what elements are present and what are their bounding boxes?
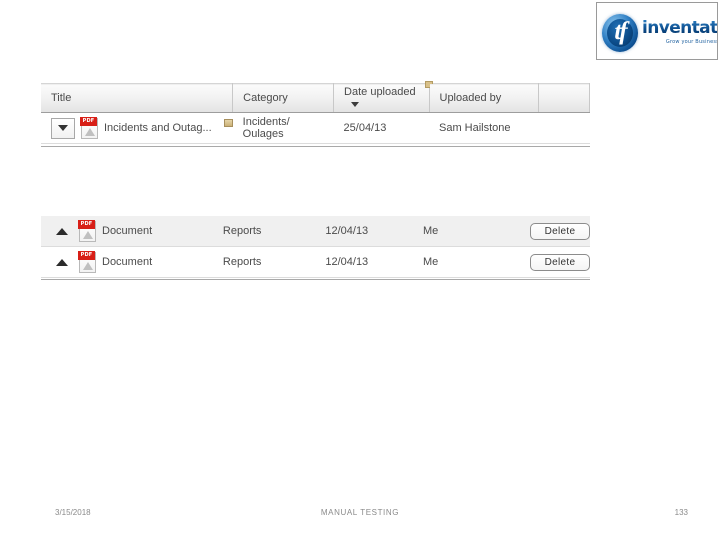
title-cell-content: PDF Document xyxy=(51,219,213,242)
column-header-uploaded-by-label: Uploaded by xyxy=(439,92,502,104)
title-cell-content: PDF Document xyxy=(51,250,213,273)
brand-logo-mark-icon: tf xyxy=(600,10,640,54)
brand-logo-text: inventateq Grow your Business Online xyxy=(640,19,718,45)
pdf-file-icon: PDF xyxy=(78,219,96,242)
cell-actions: Delete xyxy=(519,246,590,278)
cell-uploaded-by: Sam Hailstone xyxy=(429,112,539,144)
chevron-down-icon[interactable] xyxy=(51,117,75,139)
documents-table-primary: Title Category Date uploaded Uploaded by xyxy=(41,81,591,144)
table-header-row: Title Category Date uploaded Uploaded by xyxy=(41,81,591,113)
brand-wordmark: inventateq xyxy=(642,19,717,37)
column-header-uploaded-by[interactable]: Uploaded by xyxy=(429,83,539,113)
chevron-up-icon[interactable] xyxy=(51,222,73,241)
documents-table-primary-body: PDF Incidents and Outag... Incidents/ Ou… xyxy=(41,112,590,144)
cell-category: Incidents/ Oulages xyxy=(232,112,334,144)
column-header-category-label: Category xyxy=(243,92,288,104)
table-row[interactable]: PDF Document Reports 12/04/13 Me Delete xyxy=(41,246,590,278)
chevron-down-glyph xyxy=(58,125,68,131)
table-row[interactable]: PDF Document Reports 12/04/13 Me Delete xyxy=(41,216,590,247)
chevron-up-glyph xyxy=(56,227,68,235)
sort-descending-icon[interactable] xyxy=(351,101,360,107)
table-primary-bottom-rule xyxy=(41,146,590,147)
documents-table-secondary: PDF Document Reports 12/04/13 Me Delete xyxy=(41,216,590,278)
document-title[interactable]: Document xyxy=(102,256,152,268)
cell-title: PDF Document xyxy=(41,246,213,278)
title-cell-content: PDF Incidents and Outag... xyxy=(51,116,233,139)
pdf-file-icon-label: PDF xyxy=(78,219,95,229)
cell-category: Reports xyxy=(212,216,316,247)
cell-actions xyxy=(538,112,590,144)
pdf-file-icon: PDF xyxy=(78,250,96,273)
brand-logo-inner: tf inventateq Grow your Business Online xyxy=(600,6,718,58)
table-row[interactable]: PDF Incidents and Outag... Incidents/ Ou… xyxy=(41,112,590,144)
column-header-date-uploaded-label: Date uploaded xyxy=(344,86,416,98)
document-title[interactable]: Document xyxy=(102,225,152,237)
document-title[interactable]: Incidents and Outag... xyxy=(104,122,212,134)
cell-title: PDF Document xyxy=(41,216,213,247)
column-header-category[interactable]: Category xyxy=(232,83,335,113)
cell-category: Reports xyxy=(212,246,316,278)
delete-button[interactable]: Delete xyxy=(529,222,590,240)
chevron-up-glyph xyxy=(56,258,68,266)
footer-title: MANUAL TESTING xyxy=(320,508,400,517)
footer-page-number: 133 xyxy=(674,508,688,517)
cell-uploaded-by: Me xyxy=(412,216,520,247)
logo-monogram: tf xyxy=(614,18,627,45)
cell-actions: Delete xyxy=(519,216,590,247)
column-header-title[interactable]: Title xyxy=(41,83,234,113)
slide-footer: 3/15/2018 MANUAL TESTING 133 xyxy=(0,508,720,526)
brand-logo: tf inventateq Grow your Business Online xyxy=(596,2,718,60)
table-secondary-bottom-rule xyxy=(41,279,590,280)
column-resize-marker-icon[interactable] xyxy=(223,119,233,127)
cell-date-uploaded: 25/04/13 xyxy=(333,112,429,144)
cell-uploaded-by: Me xyxy=(412,246,520,278)
cell-date-uploaded: 12/04/13 xyxy=(315,216,413,247)
cell-date-uploaded: 12/04/13 xyxy=(315,246,413,278)
documents-table-secondary-body: PDF Document Reports 12/04/13 Me Delete xyxy=(41,216,590,278)
column-header-date-uploaded[interactable]: Date uploaded xyxy=(333,81,433,113)
column-header-title-label: Title xyxy=(51,92,72,104)
chevron-up-icon[interactable] xyxy=(51,253,73,272)
delete-button[interactable]: Delete xyxy=(529,253,590,271)
pdf-file-icon: PDF xyxy=(80,116,98,139)
column-header-actions xyxy=(538,83,591,113)
pdf-file-icon-label: PDF xyxy=(80,116,97,126)
cell-title: PDF Incidents and Outag... xyxy=(41,112,233,144)
pdf-file-icon-label: PDF xyxy=(78,250,95,260)
brand-tagline: Grow your Business Online xyxy=(665,38,718,45)
documents-table-primary-head: Title Category Date uploaded Uploaded by xyxy=(41,81,591,113)
